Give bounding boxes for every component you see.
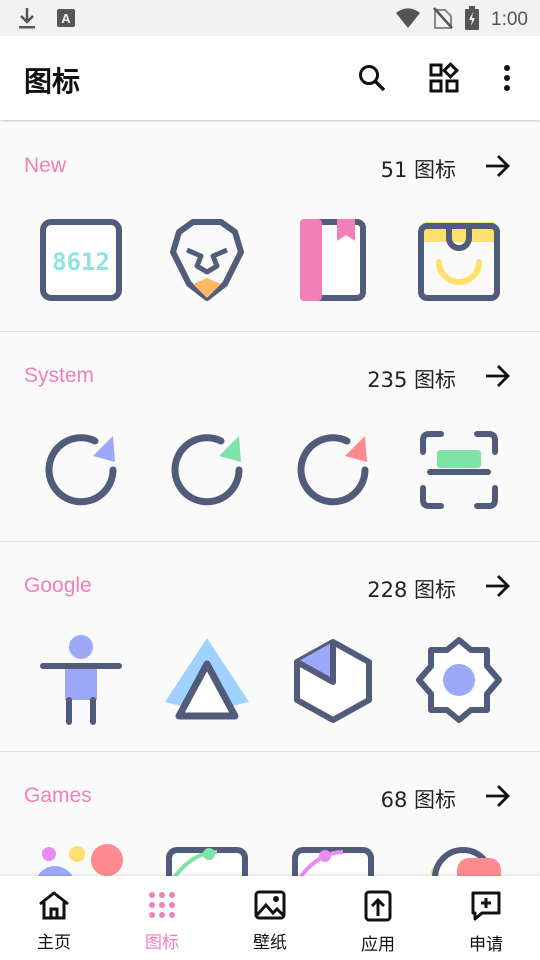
search-icon[interactable] <box>354 60 390 96</box>
map-game-icon[interactable] <box>159 842 255 876</box>
nav-apply[interactable]: 应用 <box>324 876 432 960</box>
clock: 1:00 <box>491 9 528 30</box>
nav-label: 图标 <box>145 933 179 953</box>
section-games[interactable]: Games 68 图标 <box>0 752 540 876</box>
arrow-right-icon[interactable] <box>484 782 512 810</box>
icon-sections[interactable]: New 51 图标 8612 System 235 图标 Google 228 … <box>0 122 540 876</box>
nav-home[interactable]: 主页 <box>0 876 108 960</box>
nav-request[interactable]: 申请 <box>432 876 540 960</box>
arrow-right-icon[interactable] <box>484 362 512 390</box>
nav-label: 壁纸 <box>253 933 287 953</box>
section-title: Games <box>24 784 92 807</box>
dots-game-icon[interactable] <box>33 842 129 876</box>
section-count: 68 图标 <box>380 788 456 812</box>
box-8612-icon[interactable]: 8612 <box>33 212 129 308</box>
status-bar: A 1:00 <box>0 0 540 36</box>
section-title: New <box>24 154 67 177</box>
request-icon <box>470 890 502 926</box>
dots-grid-icon <box>147 890 177 924</box>
no-sim-icon <box>433 6 453 34</box>
chat-bubble-game-icon[interactable] <box>411 842 507 876</box>
download-icon <box>16 6 38 34</box>
accessibility-icon[interactable] <box>33 632 129 728</box>
apply-icon <box>364 890 392 926</box>
pink-book-icon[interactable] <box>285 212 381 308</box>
section-title: Google <box>24 574 92 597</box>
nav-label: 申请 <box>469 935 503 955</box>
section-count: 228 图标 <box>367 578 456 602</box>
shopping-bag-icon[interactable] <box>411 212 507 308</box>
drive-triangle-icon[interactable] <box>159 632 255 728</box>
nav-wallpaper[interactable]: 壁纸 <box>216 876 324 960</box>
apps-grid-icon[interactable] <box>426 60 462 96</box>
box-8612-text: 8612 <box>52 248 110 276</box>
svg-text:A: A <box>61 11 71 26</box>
wallpaper-icon <box>254 890 286 924</box>
refresh-red-icon[interactable] <box>285 422 381 518</box>
refresh-blue-icon[interactable] <box>33 422 129 518</box>
hexagon-pie-icon[interactable] <box>285 632 381 728</box>
section-title: System <box>24 364 95 387</box>
arrow-right-icon[interactable] <box>484 152 512 180</box>
nav-label: 应用 <box>361 935 395 955</box>
app-a-icon: A <box>56 8 76 32</box>
app-bar: 图标 <box>0 36 540 120</box>
section-count: 51 图标 <box>380 158 456 182</box>
section-google[interactable]: Google 228 图标 <box>0 542 540 752</box>
section-new[interactable]: New 51 图标 8612 <box>0 122 540 332</box>
section-system[interactable]: System 235 图标 <box>0 332 540 542</box>
nav-icons[interactable]: 图标 <box>108 876 216 960</box>
battery-charging-icon <box>465 6 480 34</box>
brave-lion-icon[interactable] <box>159 212 255 308</box>
more-vert-icon[interactable] <box>489 60 525 96</box>
scanner-icon[interactable] <box>411 422 507 518</box>
page-title: 图标 <box>24 65 81 98</box>
route-game-icon[interactable] <box>285 842 381 876</box>
arrow-right-icon[interactable] <box>484 572 512 600</box>
settings-gear-icon[interactable] <box>411 632 507 728</box>
nav-label: 主页 <box>37 933 71 953</box>
section-count: 235 图标 <box>367 368 456 392</box>
bottom-navigation: 主页 图标 壁纸 应用 申请 <box>0 876 540 960</box>
refresh-green-icon[interactable] <box>159 422 255 518</box>
home-icon <box>37 890 71 924</box>
wifi-icon <box>395 7 421 33</box>
